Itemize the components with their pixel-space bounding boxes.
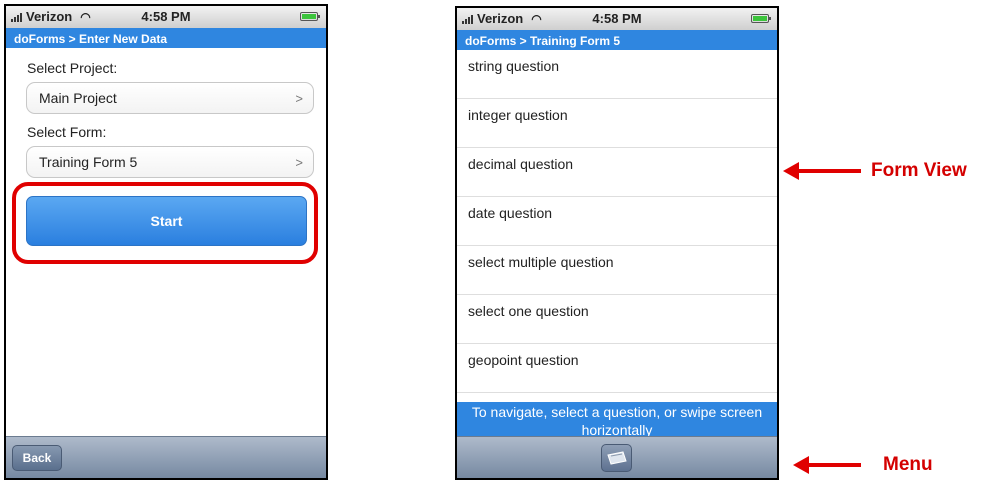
clock: 4:58 PM (141, 9, 191, 24)
battery-icon (300, 12, 320, 21)
navigation-hint: To navigate, select a question, or swipe… (457, 402, 777, 440)
phone-screen-form-view: Verizon ◠ 4:58 PM doForms > Training For… (455, 6, 779, 480)
question-item-select-multiple[interactable]: select multiple question (457, 246, 777, 295)
question-item-date[interactable]: date question (457, 197, 777, 246)
breadcrumb: doForms > Enter New Data (6, 28, 326, 48)
question-item-geopoint[interactable]: geopoint question (457, 344, 777, 393)
back-button[interactable]: Back (12, 445, 62, 471)
form-label: Select Form: (27, 124, 107, 140)
menu-label: Menu (883, 454, 933, 475)
question-item-integer[interactable]: integer question (457, 99, 777, 148)
menu-icon (606, 451, 627, 465)
menu-callout: Menu (793, 454, 933, 476)
battery-icon (751, 14, 771, 23)
menu-button[interactable] (601, 444, 632, 472)
bottom-toolbar: Back (6, 436, 326, 478)
clock: 4:58 PM (592, 11, 642, 26)
chevron-right-icon: > (295, 90, 303, 106)
bottom-toolbar (457, 436, 777, 478)
arrow-left-icon (783, 162, 799, 180)
question-item-string[interactable]: string question (457, 50, 777, 99)
start-button[interactable]: Start (26, 196, 307, 246)
status-bar: Verizon ◠ 4:58 PM (457, 8, 777, 30)
form-select[interactable]: Training Form 5 > (26, 146, 314, 178)
breadcrumb: doForms > Training Form 5 (457, 30, 777, 50)
arrow-left-icon (793, 456, 809, 474)
project-label: Select Project: (27, 60, 118, 76)
question-item-decimal[interactable]: decimal question (457, 148, 777, 197)
question-list: string question integer question decimal… (457, 50, 777, 393)
phone-screen-enter-new-data: Verizon ◠ 4:58 PM doForms > Enter New Da… (4, 4, 328, 480)
project-value: Main Project (39, 90, 117, 106)
status-bar: Verizon ◠ 4:58 PM (6, 6, 326, 28)
form-view-callout: Form View (783, 160, 967, 182)
chevron-right-icon: > (295, 154, 303, 170)
form-value: Training Form 5 (39, 154, 138, 170)
form-view-label: Form View (871, 160, 967, 181)
project-select[interactable]: Main Project > (26, 82, 314, 114)
question-item-select-one[interactable]: select one question (457, 295, 777, 344)
